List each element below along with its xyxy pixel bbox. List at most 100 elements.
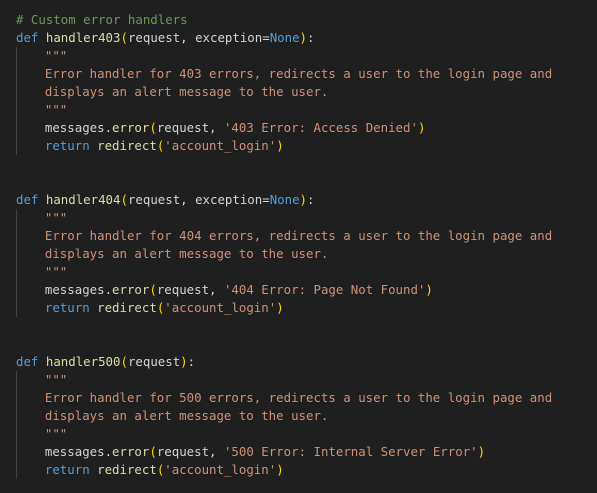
param-default: None [269,192,300,207]
docstring-line: displays an alert message to the user. [44,84,329,99]
colon: : [307,30,315,45]
code-line-return: return redirect('account_login') [16,137,597,155]
docstring-open: """ [44,372,68,387]
arg-request: request [156,120,210,135]
code-editor[interactable]: # Custom error handlers def handler403(r… [0,0,597,493]
code-line-doc-close: """ [16,425,597,443]
close-paren: ) [276,138,284,153]
arg-separator: , [209,282,224,297]
close-paren: ) [276,300,284,315]
param-separator: , [180,30,196,45]
messages-method: error [112,444,150,459]
comment: # Custom error handlers [16,12,188,27]
open-paren: ( [149,120,157,135]
messages-object: messages [44,120,105,135]
code-line-doc-open: """ [16,371,597,389]
param-request: request [127,30,181,45]
code-line-messages: messages.error(request, '500 Error: Inte… [16,443,597,461]
close-paren: ) [299,192,307,207]
docstring-line: Error handler for 403 errors, redirects … [44,66,553,81]
colon: : [307,192,315,207]
param-separator: , [180,192,196,207]
messages-method: error [112,120,150,135]
function-name: handler500 [45,354,121,369]
code-line-doc-open: """ [16,209,597,227]
close-paren: ) [425,282,433,297]
docstring-line: displays an alert message to the user. [44,408,329,423]
param-exception: exception [195,192,263,207]
dot: . [104,120,113,135]
dot: . [104,282,113,297]
arg-request: request [156,444,210,459]
code-line-doc-close: """ [16,101,597,119]
open-paren: ( [120,354,128,369]
param-equals: = [262,30,270,45]
close-paren: ) [180,354,188,369]
code-line-messages: messages.error(request, '404 Error: Page… [16,281,597,299]
open-paren: ( [149,444,157,459]
docstring-close: """ [44,426,68,441]
return-keyword: return [44,138,90,153]
code-line-doc-close: """ [16,263,597,281]
code-line-doc-open: """ [16,47,597,65]
messages-object: messages [44,282,105,297]
redirect-target-string: 'account_login' [164,138,277,153]
function-name: handler404 [45,192,121,207]
arg-separator: , [209,120,224,135]
param-exception: exception [195,30,263,45]
open-paren: ( [120,30,128,45]
docstring-open: """ [44,48,68,63]
code-line-def: def handler403(request, exception=None): [16,29,597,47]
function-name: handler403 [45,30,121,45]
code-line-doc-2: displays an alert message to the user. [16,407,597,425]
param-request: request [127,192,181,207]
code-line-def: def handler500(request): [16,353,597,371]
close-paren: ) [299,30,307,45]
code-line-comment: # Custom error handlers [16,11,597,29]
code-line-doc-1: Error handler for 404 errors, redirects … [16,227,597,245]
param-default: None [269,30,300,45]
code-line-doc-1: Error handler for 403 errors, redirects … [16,65,597,83]
redirect-target-string: 'account_login' [164,300,277,315]
def-keyword: def [16,354,39,369]
error-message-string: '500 Error: Internal Server Error' [223,444,478,459]
code-line-doc-1: Error handler for 500 errors, redirects … [16,389,597,407]
code-line-def: def handler404(request, exception=None): [16,191,597,209]
redirect-target-string: 'account_login' [164,462,277,477]
arg-separator: , [209,444,224,459]
code-content[interactable]: # Custom error handlers def handler403(r… [16,11,597,479]
docstring-open: """ [44,210,68,225]
colon: : [187,354,196,369]
return-keyword: return [44,300,90,315]
error-message-string: '404 Error: Page Not Found' [223,282,426,297]
redirect-function: redirect [97,462,157,477]
close-paren: ) [477,444,486,459]
return-keyword: return [44,462,90,477]
arg-request: request [156,282,210,297]
docstring-close: """ [44,102,68,117]
def-keyword: def [16,192,39,207]
close-paren: ) [276,462,284,477]
open-paren: ( [120,192,128,207]
param-request: request [127,354,181,369]
code-line-messages: messages.error(request, '403 Error: Acce… [16,119,597,137]
messages-object: messages [44,444,105,459]
docstring-line: Error handler for 404 errors, redirects … [44,228,553,243]
docstring-close: """ [44,264,68,279]
redirect-function: redirect [97,300,157,315]
code-line-doc-2: displays an alert message to the user. [16,245,597,263]
docstring-line: Error handler for 500 errors, redirects … [44,390,553,405]
redirect-function: redirect [97,138,157,153]
docstring-line: displays an alert message to the user. [44,246,329,261]
open-paren: ( [149,282,157,297]
dot: . [104,444,113,459]
code-line-doc-2: displays an alert message to the user. [16,83,597,101]
close-paren: ) [417,120,426,135]
code-line-return: return redirect('account_login') [16,461,597,479]
def-keyword: def [16,30,39,45]
messages-method: error [112,282,150,297]
